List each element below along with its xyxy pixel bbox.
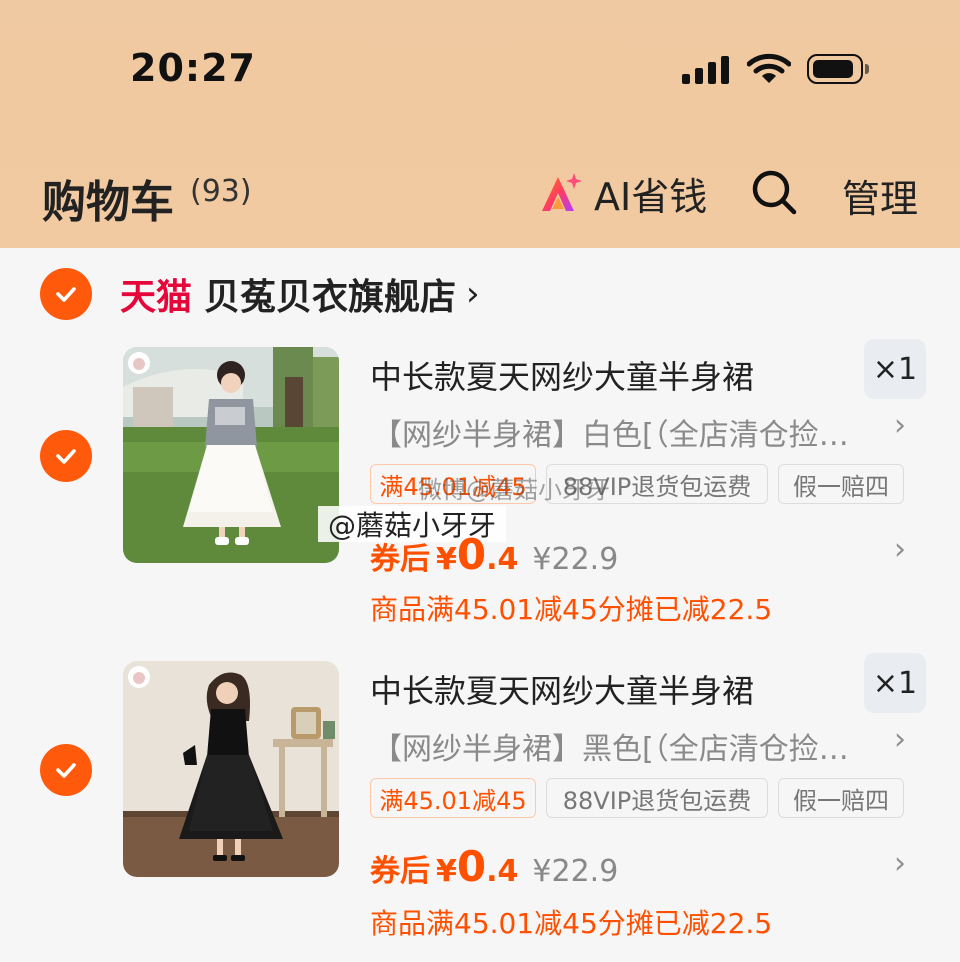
service-tag: 假一赔四 xyxy=(778,778,904,818)
chevron-right-icon[interactable]: › xyxy=(894,846,906,881)
signal-icon xyxy=(682,54,729,84)
chevron-right-icon[interactable]: › xyxy=(894,722,906,757)
item-checkbox[interactable] xyxy=(40,430,92,482)
product-photo-black-skirt xyxy=(123,661,339,877)
price-after-coupon: 券后 ¥ 0 .4 ¥22.9 xyxy=(370,530,618,579)
wifi-icon xyxy=(747,53,791,83)
check-icon xyxy=(56,449,76,464)
original-price: ¥22.9 xyxy=(532,542,619,577)
price-after-coupon: 券后 ¥ 0 .4 ¥22.9 xyxy=(370,842,618,891)
product-title[interactable]: 中长款夏天网纱大童半身裙 xyxy=(370,352,754,398)
page-title: 购物车 xyxy=(42,177,174,228)
discount-note: 商品满45.01减45分摊已减22.5 xyxy=(370,907,773,940)
manage-button[interactable]: 管理 xyxy=(842,168,918,223)
chevron-right-icon[interactable]: › xyxy=(894,408,906,443)
currency-symbol: ¥ xyxy=(436,854,457,889)
ai-save-button[interactable]: AI省钱 xyxy=(538,166,707,221)
original-price: ¥22.9 xyxy=(532,854,619,889)
battery-icon xyxy=(807,54,869,84)
check-icon xyxy=(56,763,76,778)
product-title[interactable]: 中长款夏天网纱大童半身裙 xyxy=(370,666,754,712)
status-icons xyxy=(682,52,869,86)
status-time: 20:27 xyxy=(130,46,256,90)
store-name: 贝菟贝衣旗舰店 xyxy=(204,277,457,318)
product-image[interactable] xyxy=(123,661,339,877)
discount-note: 商品满45.01减45分摊已减22.5 xyxy=(370,593,773,626)
sku-selector[interactable]: 【网纱半身裙】黑色[（全店清仓捡… xyxy=(372,724,849,768)
watermark-faint: 微博@蘑菇小牙牙 xyxy=(418,476,610,504)
store-checkbox[interactable] xyxy=(40,268,92,320)
after-coupon-label: 券后 xyxy=(370,854,430,889)
promo-tag: 满45.01减45 xyxy=(370,778,536,818)
service-tag: 88VIP退货包运费 xyxy=(546,778,768,818)
service-tag: 假一赔四 xyxy=(778,464,904,504)
after-coupon-label: 券后 xyxy=(370,542,430,577)
item-checkbox[interactable] xyxy=(40,744,92,796)
sku-selector[interactable]: 【网纱半身裙】白色[（全店清仓捡… xyxy=(372,410,849,454)
chevron-right-icon[interactable]: › xyxy=(894,532,906,567)
store-header[interactable]: 天猫 贝菟贝衣旗舰店 › xyxy=(120,272,480,318)
product-photo-white-skirt xyxy=(123,347,339,563)
price-decimal: .4 xyxy=(486,854,519,889)
cart-count: (93) xyxy=(190,174,252,209)
search-icon[interactable] xyxy=(750,168,798,216)
price-decimal: .4 xyxy=(486,542,519,577)
currency-symbol: ¥ xyxy=(436,542,457,577)
price-integer: 0 xyxy=(456,530,487,579)
check-icon xyxy=(56,287,76,302)
quantity-button[interactable]: ×1 xyxy=(864,339,926,399)
tmall-logo: 天猫 xyxy=(120,277,193,318)
product-image[interactable] xyxy=(123,347,339,563)
price-integer: 0 xyxy=(456,842,487,891)
chevron-right-icon: › xyxy=(466,274,480,314)
ai-save-label: AI省钱 xyxy=(594,175,708,219)
top-header: 20:27 购物车 (93) AI省钱 管理 xyxy=(0,0,960,248)
ai-sparkle-icon xyxy=(542,172,582,211)
quantity-button[interactable]: ×1 xyxy=(864,653,926,713)
